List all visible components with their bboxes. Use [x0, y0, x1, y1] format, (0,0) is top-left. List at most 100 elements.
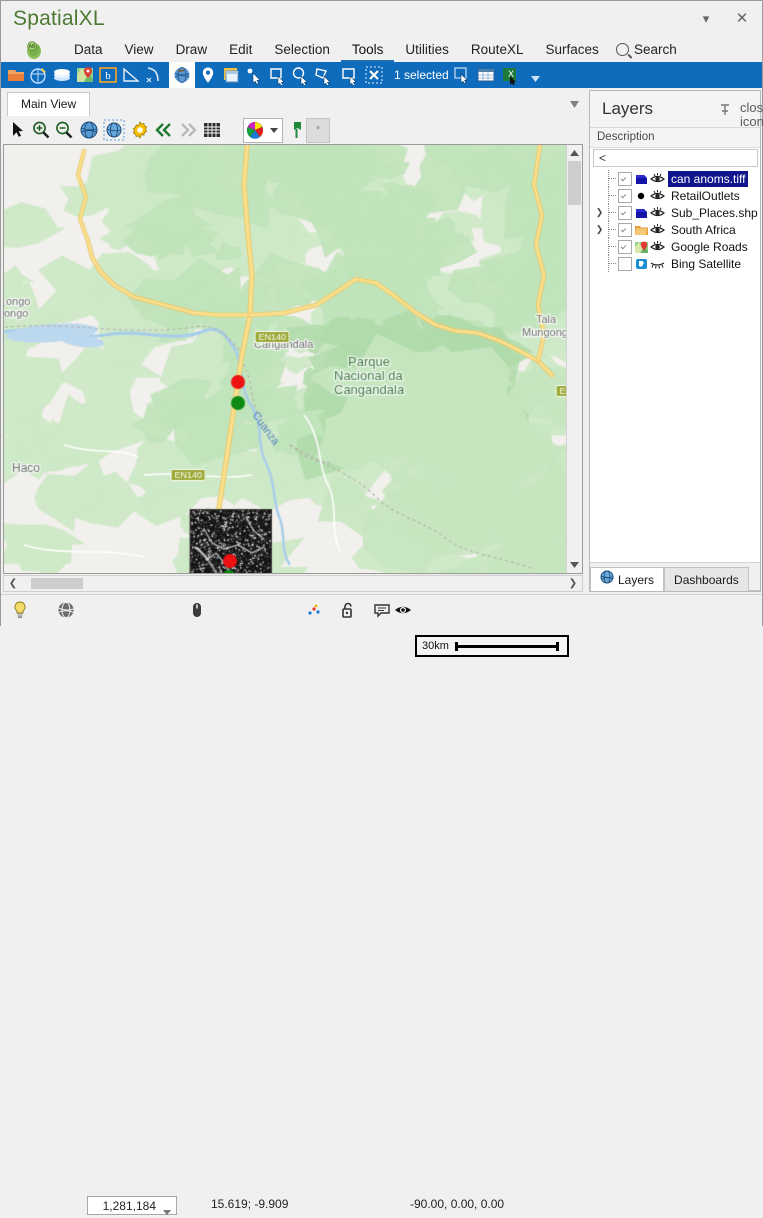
measure-curve-icon[interactable] — [144, 65, 164, 85]
select-polygon-icon[interactable] — [313, 65, 333, 87]
folder-icon — [634, 223, 649, 237]
zoom-in-icon[interactable] — [30, 119, 52, 141]
layer-checkbox[interactable] — [618, 256, 632, 271]
map-canvas[interactable] — [4, 145, 567, 573]
visibility-eye-icon[interactable] — [650, 240, 665, 253]
snapshot-icon[interactable]: * — [306, 118, 330, 143]
tab-main-view[interactable]: Main View — [7, 92, 91, 118]
layer-checkbox[interactable] — [618, 188, 632, 203]
list-item[interactable]: Bing Satellite — [593, 255, 758, 272]
zoom-out-icon[interactable] — [53, 119, 75, 141]
label-tool-icon[interactable]: b — [98, 65, 118, 85]
pin-icon[interactable] — [718, 103, 732, 117]
visibility-eye-icon[interactable] — [650, 206, 665, 219]
zoom-selection-globe-icon[interactable] — [103, 119, 125, 141]
globe-wire-icon[interactable] — [56, 600, 76, 620]
list-item[interactable]: RetailOutlets — [593, 187, 758, 204]
visibility-eye-icon[interactable] — [650, 172, 665, 185]
menu-item-selection[interactable]: Selection — [263, 37, 341, 62]
overflow-chevron-icon[interactable] — [531, 71, 540, 82]
list-item[interactable]: Google Roads — [593, 238, 758, 255]
layer-checkbox[interactable] — [618, 205, 632, 220]
unlock-icon[interactable] — [338, 600, 358, 620]
google-map-pin-icon[interactable] — [75, 65, 95, 85]
menu-item-routexl[interactable]: RouteXL — [460, 37, 535, 62]
select-circle-icon[interactable] — [290, 65, 310, 87]
chevron-down-icon[interactable] — [163, 1204, 171, 1215]
color-palette-button[interactable] — [243, 118, 283, 143]
africa-globe-logo-icon[interactable]: AB — [24, 40, 46, 60]
map-pin-icon[interactable] — [198, 65, 218, 85]
visibility-eye-icon[interactable] — [650, 189, 665, 202]
vscroll-thumb[interactable] — [568, 161, 581, 205]
annotation-icon[interactable] — [372, 600, 392, 620]
palette-globe-icon[interactable] — [29, 65, 49, 85]
layer-checkbox[interactable] — [618, 171, 632, 186]
menu-item-utilities[interactable]: Utilities — [394, 37, 460, 62]
layers-tree[interactable]: can anoms.tiff RetailOutlets ❯ Sub_Place… — [593, 170, 758, 578]
copy-selection-icon[interactable] — [452, 65, 472, 85]
title-bar: SpatialXL ▾ ✕ — [1, 1, 762, 37]
tabstrip-chevron-down-icon[interactable] — [570, 97, 579, 108]
tree-connector — [606, 221, 618, 238]
list-item[interactable]: ❯ South Africa — [593, 221, 758, 238]
measure-angle-icon[interactable] — [121, 65, 141, 85]
search-icon — [616, 43, 629, 56]
expand-twisty-icon[interactable]: ❯ — [593, 224, 606, 235]
map-horizontal-scrollbar[interactable]: ❮ ❯ — [3, 575, 583, 592]
next-extent-icon[interactable] — [176, 119, 198, 141]
tab-layers[interactable]: Layers — [590, 567, 665, 591]
scatter-points-icon[interactable] — [304, 600, 324, 620]
scroll-left-icon[interactable]: ❮ — [7, 577, 19, 590]
lightbulb-icon[interactable] — [10, 600, 30, 620]
window-layer-icon[interactable] — [221, 65, 241, 85]
map-vertical-scrollbar[interactable] — [566, 145, 582, 573]
scroll-down-icon[interactable] — [570, 560, 579, 569]
layer-checkbox[interactable] — [618, 239, 632, 254]
layers-stack-icon[interactable] — [52, 65, 72, 85]
open-folder-icon[interactable] — [6, 65, 26, 85]
app-title: SpatialXL — [13, 7, 105, 30]
list-item[interactable]: ❯ Sub_Places.shp — [593, 204, 758, 221]
scroll-right-icon[interactable]: ❯ — [567, 577, 579, 590]
svg-text:b: b — [105, 70, 111, 82]
visibility-hidden-icon[interactable] — [650, 257, 665, 270]
menu-item-draw[interactable]: Draw — [165, 37, 219, 62]
search-button[interactable]: Search — [616, 37, 677, 62]
map-scale-combobox[interactable]: 1,281,184 — [87, 1196, 177, 1215]
select-point-icon[interactable] — [244, 65, 264, 85]
eye-icon[interactable] — [393, 600, 413, 620]
select-rectangle-icon[interactable] — [267, 65, 287, 87]
window-close-button[interactable]: ✕ — [731, 9, 753, 29]
selection-table-icon[interactable] — [476, 65, 496, 85]
map-canvas-frame[interactable]: (c) Google © OpenStreetMap y x z — [3, 144, 583, 574]
hscroll-thumb[interactable] — [31, 578, 83, 589]
visibility-eye-icon[interactable] — [650, 223, 665, 236]
export-excel-icon[interactable]: X — [500, 65, 520, 86]
layers-filter-input[interactable]: < — [593, 149, 758, 167]
settings-gear-icon[interactable] — [129, 119, 151, 141]
expand-twisty-icon[interactable]: ❯ — [593, 207, 606, 218]
scroll-up-icon[interactable] — [570, 149, 579, 158]
layer-checkbox[interactable] — [618, 222, 632, 237]
previous-extent-icon[interactable] — [153, 119, 175, 141]
pointer-arrow-icon[interactable] — [7, 119, 29, 141]
globe-icon[interactable] — [172, 65, 192, 85]
clear-selection-icon[interactable] — [364, 65, 384, 85]
tree-connector — [606, 255, 618, 272]
window-chevron-button[interactable]: ▾ — [695, 9, 717, 29]
menu-item-surfaces[interactable]: Surfaces — [534, 37, 609, 62]
list-item[interactable]: can anoms.tiff — [593, 170, 758, 187]
layer-name: South Africa — [671, 222, 736, 237]
layers-column-header: Description — [590, 128, 760, 148]
tab-dashboards[interactable]: Dashboards — [664, 567, 749, 591]
grid-icon[interactable] — [201, 119, 223, 141]
menu-item-edit[interactable]: Edit — [218, 37, 263, 62]
menu-item-data[interactable]: Data — [63, 37, 114, 62]
menu-item-tools[interactable]: Tools — [341, 37, 395, 62]
select-box-icon[interactable] — [339, 65, 359, 87]
bookmark-flag-icon[interactable] — [286, 119, 308, 141]
layers-panel-close-icon[interactable]: close-icon — [740, 101, 763, 129]
menu-item-view[interactable]: View — [114, 37, 165, 62]
zoom-extents-globe-icon[interactable] — [78, 119, 100, 141]
